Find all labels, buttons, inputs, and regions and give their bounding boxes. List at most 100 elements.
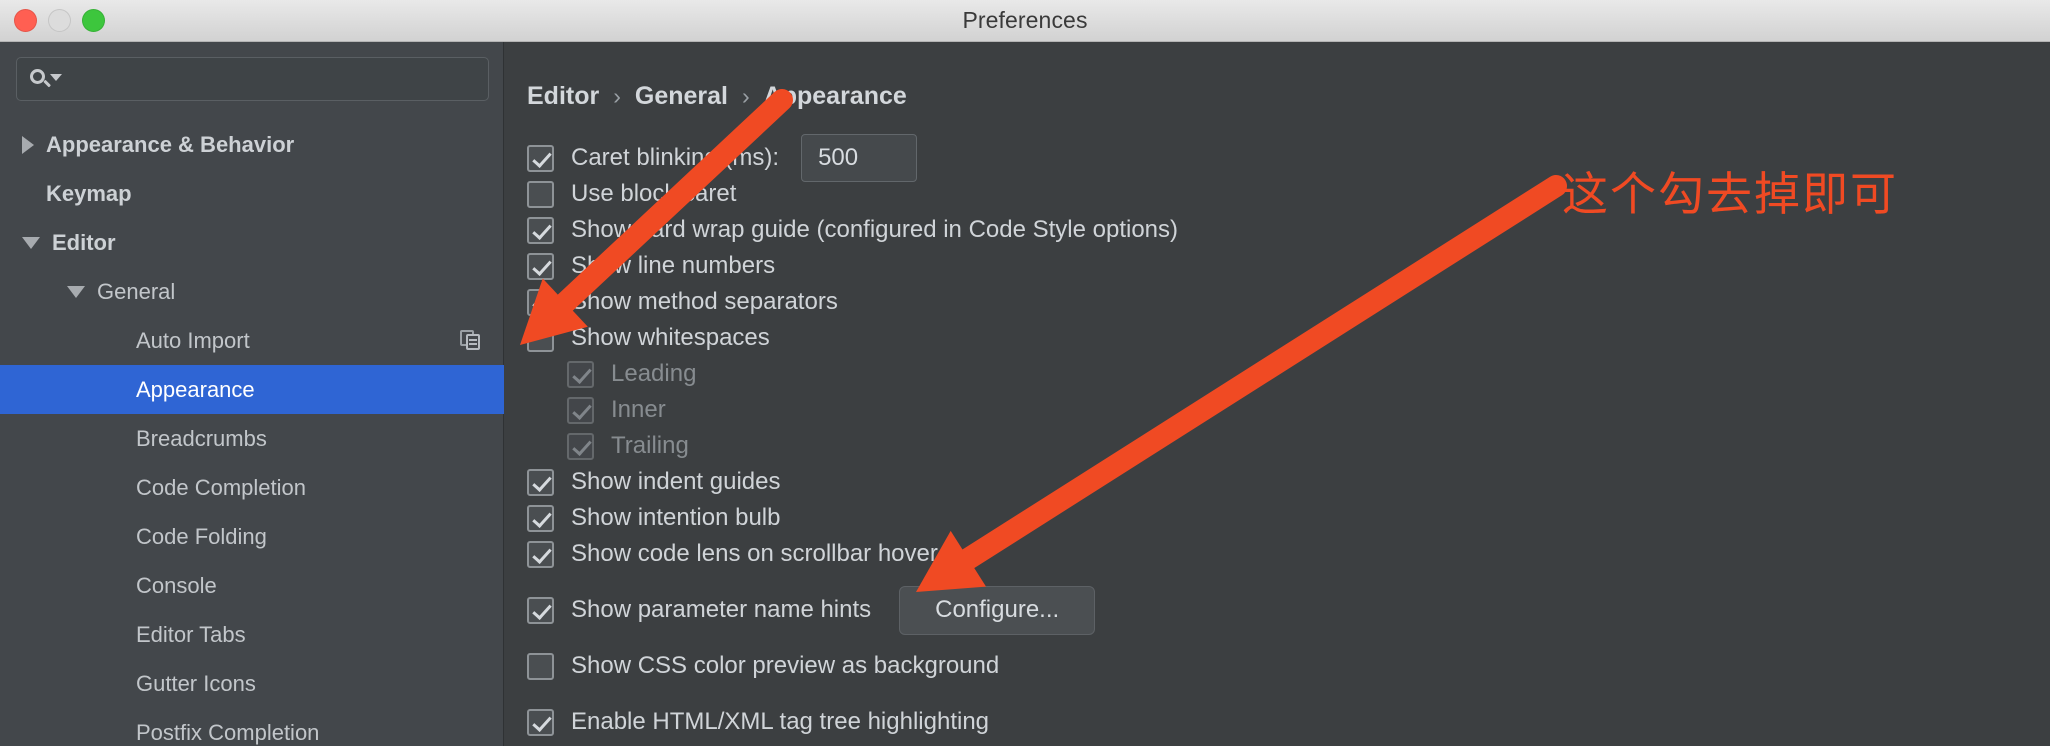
breadcrumb-separator: ›: [613, 83, 621, 109]
option-row-show-line-numbers: Show line numbers: [527, 248, 2027, 284]
checkbox-use-block-caret[interactable]: [527, 180, 554, 208]
option-label: Show hard wrap guide (configured in Code…: [571, 216, 1179, 243]
sidebar-item-editor[interactable]: Editor: [0, 218, 504, 267]
sidebar-item-code-folding[interactable]: Code Folding: [0, 512, 504, 561]
checkbox-show-line-numbers[interactable]: [527, 252, 554, 280]
sidebar-item-label: Editor Tabs: [136, 621, 246, 647]
sidebar-item-label: Appearance: [136, 376, 255, 402]
sidebar-item-keymap[interactable]: Keymap: [0, 169, 504, 218]
sidebar-item-label: Auto Import: [136, 327, 250, 353]
minimize-button[interactable]: [48, 9, 71, 32]
checkbox-show-parameter-name-hints[interactable]: [527, 596, 554, 624]
option-label: Caret blinking (ms):: [571, 144, 780, 171]
caret-blinking-input[interactable]: 500: [801, 134, 918, 182]
option-row-trailing: Trailing: [527, 428, 2027, 464]
option-row-caret-blinking-ms: Caret blinking (ms): 500: [527, 134, 2027, 182]
sidebar-item-label: Postfix Completion: [136, 719, 320, 745]
checkbox-caret-blinking-ms[interactable]: [527, 144, 554, 172]
sidebar-item-label: Code Folding: [136, 523, 267, 549]
option-label: Show whitespaces: [571, 324, 770, 351]
window-titlebar: Preferences: [0, 0, 2050, 42]
configure-button[interactable]: Configure...: [899, 585, 1096, 635]
breadcrumb-separator: ›: [742, 83, 750, 109]
option-row-enable-html-xml-tag-tree-highlighting: Enable HTML/XML tag tree highlighting: [527, 704, 2027, 740]
sidebar-item-label: Breadcrumbs: [136, 425, 267, 451]
sidebar-item-auto-import[interactable]: Auto Import: [0, 316, 504, 365]
preferences-window: Preferences Appearance & Behavior Keymap E…: [0, 0, 2050, 746]
chevron-right-icon[interactable]: [22, 135, 34, 154]
close-button[interactable]: [14, 9, 37, 32]
maximize-button[interactable]: [82, 9, 105, 32]
checkbox-leading: [567, 360, 594, 388]
breadcrumb-item[interactable]: General: [635, 82, 728, 111]
sidebar-item-console[interactable]: Console: [0, 561, 504, 610]
options-list: Caret blinking (ms): 500 Use block caret Sh…: [527, 134, 2027, 740]
checkbox-enable-html-xml-tag-tree-highlighting[interactable]: [527, 708, 554, 736]
option-row-show-method-separators: Show method separators: [527, 284, 2027, 320]
sidebar-item-appearance-behavior[interactable]: Appearance & Behavior: [0, 120, 504, 169]
checkbox-trailing: [567, 432, 594, 460]
window-title: Preferences: [962, 7, 1088, 33]
checkbox-show-css-color-preview-as-background[interactable]: [527, 652, 554, 680]
search-box[interactable]: [16, 57, 489, 101]
checkbox-show-hard-wrap-guide-configured-in-code-style-options[interactable]: [527, 216, 554, 244]
sidebar-item-label: Console: [136, 572, 217, 598]
sidebar-item-postfix-completion[interactable]: Postfix Completion: [0, 708, 504, 746]
option-label: Leading: [611, 360, 697, 387]
breadcrumb-item[interactable]: Appearance: [764, 82, 907, 111]
window-controls: [14, 9, 105, 32]
search-input[interactable]: [60, 68, 488, 90]
sidebar-item-label: Appearance & Behavior: [46, 131, 295, 157]
option-row-show-indent-guides: Show indent guides: [527, 464, 2027, 500]
sidebar-item-label: General: [97, 278, 176, 304]
checkbox-show-indent-guides[interactable]: [527, 468, 554, 496]
breadcrumb: Editor › General › Appearance: [527, 82, 907, 111]
sidebar-item-label: Gutter Icons: [136, 670, 256, 696]
option-label: Trailing: [611, 432, 689, 459]
option-label: Show line numbers: [571, 252, 776, 279]
sidebar-item-appearance[interactable]: Appearance: [0, 365, 504, 414]
checkbox-inner: [567, 396, 594, 424]
sidebar-item-label: Code Completion: [136, 474, 306, 500]
sidebar-item-general[interactable]: General: [0, 267, 504, 316]
option-label: Enable HTML/XML tag tree highlighting: [571, 708, 990, 735]
option-row-leading: Leading: [527, 356, 2027, 392]
option-label: Show CSS color preview as background: [571, 652, 1000, 679]
settings-sidebar: Appearance & Behavior Keymap Editor General…: [0, 42, 504, 746]
sidebar-item-code-completion[interactable]: Code Completion: [0, 463, 504, 512]
search-icon: [30, 68, 62, 90]
option-row-show-code-lens-on-scrollbar-hover: Show code lens on scrollbar hover: [527, 536, 2027, 572]
option-label: Show code lens on scrollbar hover: [571, 540, 938, 567]
chevron-down-icon[interactable]: [22, 236, 40, 249]
option-label: Show indent guides: [571, 468, 781, 495]
settings-tree: Appearance & Behavior Keymap Editor General…: [0, 120, 504, 746]
copy-icon[interactable]: [460, 329, 482, 352]
sidebar-item-gutter-icons[interactable]: Gutter Icons: [0, 659, 504, 708]
option-row-show-css-color-preview-as-background: Show CSS color preview as background: [527, 648, 2027, 684]
sidebar-item-editor-tabs[interactable]: Editor Tabs: [0, 610, 504, 659]
checkbox-show-code-lens-on-scrollbar-hover[interactable]: [527, 540, 554, 568]
chevron-down-icon[interactable]: [67, 285, 85, 298]
option-row-use-block-caret: Use block caret: [527, 176, 2027, 212]
sidebar-item-breadcrumbs[interactable]: Breadcrumbs: [0, 414, 504, 463]
checkbox-show-intention-bulb[interactable]: [527, 504, 554, 532]
option-row-inner: Inner: [527, 392, 2027, 428]
option-label: Show method separators: [571, 288, 838, 315]
checkbox-show-whitespaces[interactable]: [527, 324, 554, 352]
option-label: Show intention bulb: [571, 504, 781, 531]
option-row-show-hard-wrap-guide-configured-in-code-style-options: Show hard wrap guide (configured in Code…: [527, 212, 2027, 248]
option-row-show-parameter-name-hints: Show parameter name hints Configure...: [527, 585, 2027, 635]
checkbox-show-method-separators[interactable]: [527, 288, 554, 316]
breadcrumb-item[interactable]: Editor: [527, 82, 599, 111]
option-label: Use block caret: [571, 180, 737, 207]
sidebar-item-label: Keymap: [46, 180, 132, 206]
